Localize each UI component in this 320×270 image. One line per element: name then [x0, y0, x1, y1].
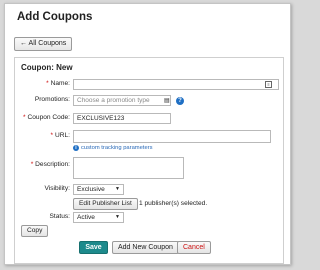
custom-tracking-link[interactable]: custom tracking parameters — [81, 145, 153, 151]
list-dropdown-icon[interactable]: ▤ — [164, 97, 170, 104]
promotions-label: Promotions: — [34, 96, 70, 103]
description-textarea[interactable] — [73, 157, 184, 179]
url-label: * URL: — [50, 132, 70, 139]
visibility-select[interactable]: Exclusive ▼ — [73, 184, 124, 195]
chevron-down-icon: ▼ — [115, 214, 120, 220]
chevron-down-icon: ▼ — [115, 186, 120, 192]
visibility-label: Visibility: — [44, 185, 70, 192]
status-select[interactable]: Active ▼ — [73, 212, 124, 223]
save-button[interactable]: Save — [79, 241, 108, 254]
publisher-count-text: 1 publisher(s) selected. — [139, 200, 208, 207]
info-icon: i — [73, 145, 79, 151]
all-coupons-button[interactable]: ← All Coupons — [14, 37, 73, 51]
name-label: * Name: — [46, 80, 70, 87]
coupon-code-label: * Coupon Code: — [23, 114, 70, 121]
status-label: Status: — [49, 213, 70, 220]
page-title: Add Coupons — [17, 11, 93, 23]
edit-publisher-list-button[interactable]: Edit Publisher List — [73, 198, 138, 210]
copy-button[interactable]: Copy — [21, 225, 49, 237]
cancel-button[interactable]: Cancel — [177, 241, 211, 254]
text-options-icon[interactable]: ≡ — [265, 81, 272, 88]
name-input[interactable] — [73, 79, 279, 90]
coupon-code-input[interactable]: EXCLUSIVE123 — [73, 113, 171, 124]
description-label: * Description: — [30, 161, 70, 168]
coupon-form-panel: Coupon: New * Name: ≡ Promotions: Choose… — [14, 57, 284, 264]
add-new-coupon-button[interactable]: Add New Coupon — [112, 241, 179, 254]
add-coupons-window: Add Coupons ← All Coupons Coupon: New * … — [4, 3, 291, 265]
promotions-select[interactable]: Choose a promotion type — [73, 95, 171, 106]
form-heading: Coupon: New — [21, 63, 73, 72]
help-icon[interactable]: ? — [176, 97, 184, 105]
url-input[interactable] — [73, 130, 271, 143]
